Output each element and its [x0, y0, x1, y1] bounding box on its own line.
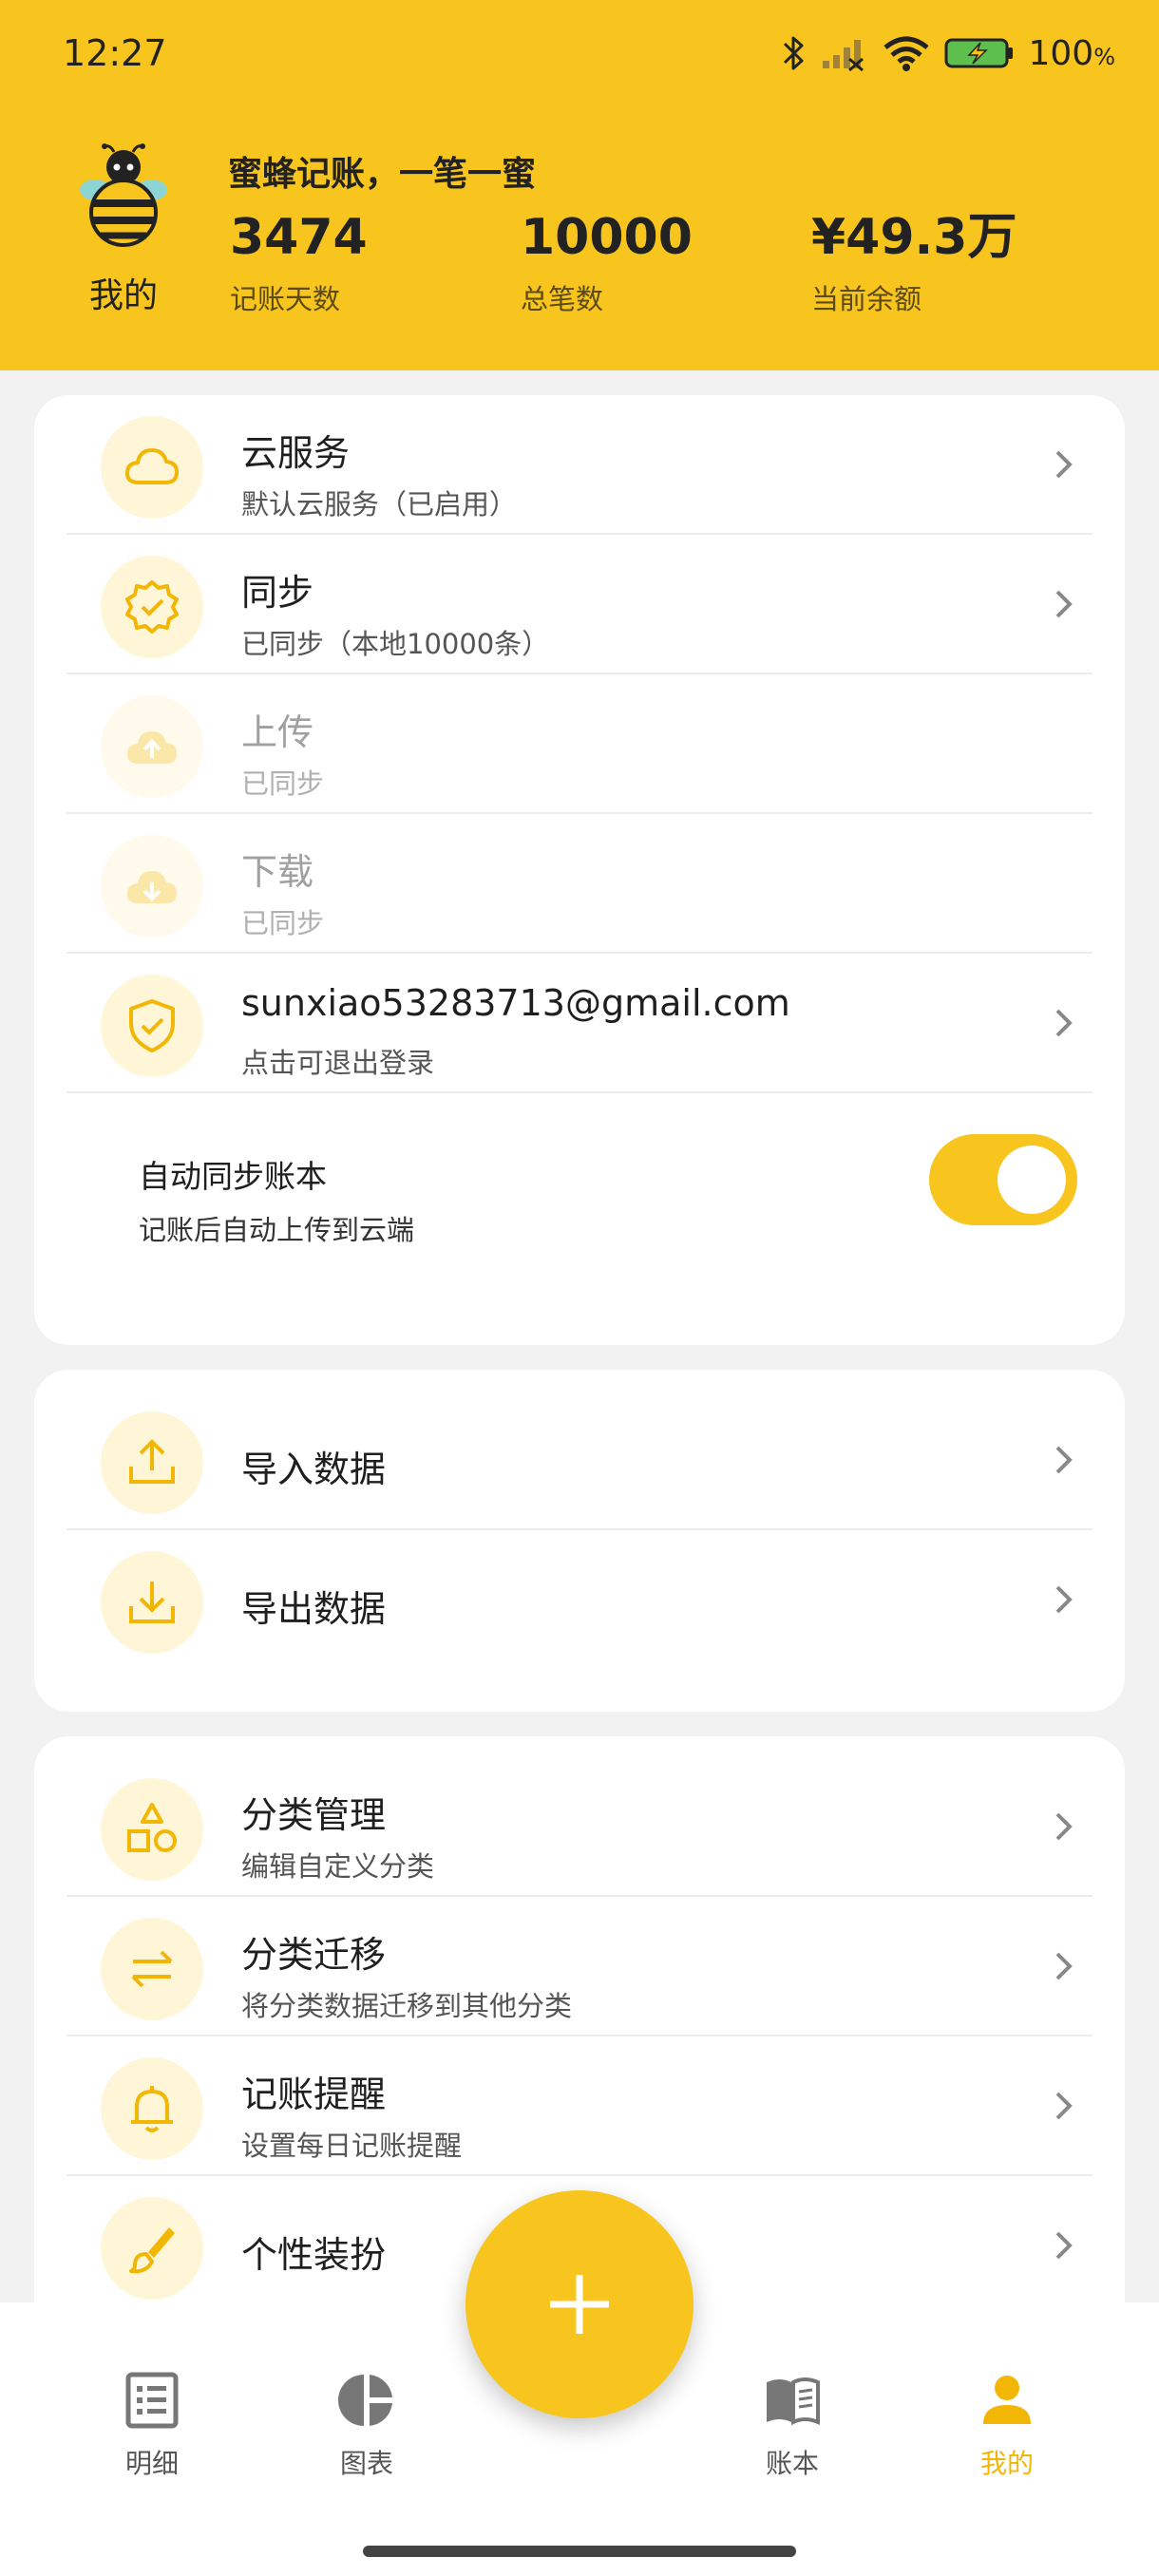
brush-icon [101, 2197, 203, 2300]
bluetooth-icon [784, 36, 804, 70]
pie-chart-icon [337, 2375, 392, 2426]
row-title: 导出数据 [241, 1588, 387, 1630]
auto-sync-subtitle: 记账后自动上传到云端 [139, 1214, 415, 1246]
row-subtitle: 默认云服务（已启用） [241, 488, 518, 521]
stat-value: 3474 [230, 209, 368, 266]
slogan: 蜜蜂记账，一笔一蜜 [228, 155, 537, 194]
account-email: sunxiao53283713@gmail.com [241, 982, 790, 1024]
shapes-icon [101, 1778, 203, 1881]
account-row[interactable]: sunxiao53283713@gmail.com 点击可退出登录 [66, 954, 1092, 1093]
auto-sync-row: 自动同步账本 记账后自动上传到云端 [66, 1127, 1092, 1297]
row-subtitle: 已同步 [241, 907, 325, 939]
stat-label: 总笔数 [521, 283, 604, 315]
status-icons: 100% [781, 27, 1115, 80]
stat-value: 10000 [521, 209, 693, 266]
signal-icon [823, 40, 864, 72]
row-subtitle: 设置每日记账提醒 [241, 2130, 463, 2162]
sync-row[interactable]: 同步 已同步（本地10000条） [66, 535, 1092, 674]
cloud-icon [101, 416, 203, 519]
bee-mascot-icon [80, 143, 167, 247]
cloud-upload-icon [101, 695, 203, 798]
battery-charging-icon [944, 38, 1014, 68]
import-data-row[interactable]: 导入数据 [66, 1391, 1092, 1530]
auto-sync-title: 自动同步账本 [139, 1158, 327, 1195]
auto-sync-toggle[interactable] [929, 1134, 1077, 1225]
profile-label: 我的 [88, 276, 158, 315]
chevron-right-icon [1055, 1952, 1073, 1980]
stat-days: 3474 记账天数 [230, 209, 368, 317]
export-data-row[interactable]: 导出数据 [66, 1530, 1092, 1670]
header: 12:27 100% 我的 蜜蜂记账，一笔一蜜 3474 记账天数 10000 … [0, 0, 1159, 370]
chevron-right-icon [1055, 1585, 1073, 1614]
cloud-download-icon [101, 835, 203, 938]
export-icon [101, 1551, 203, 1654]
row-title: 云服务 [241, 432, 351, 474]
plus-icon [550, 2275, 609, 2334]
chevron-right-icon [1055, 1009, 1073, 1037]
reminder-row[interactable]: 记账提醒 设置每日记账提醒 [66, 2036, 1092, 2176]
book-icon [767, 2377, 820, 2426]
shield-check-icon [101, 975, 203, 1077]
row-subtitle: 已同步（本地10000条） [241, 628, 550, 660]
chevron-right-icon [1055, 450, 1073, 479]
chevron-right-icon [1055, 2092, 1073, 2120]
verified-badge-icon [101, 556, 203, 658]
bell-icon [101, 2057, 203, 2160]
category-manage-row[interactable]: 分类管理 编辑自定义分类 [66, 1757, 1092, 1897]
row-title: 同步 [241, 572, 314, 614]
profile[interactable]: 我的 [76, 142, 171, 317]
stat-count: 10000 总笔数 [521, 209, 693, 317]
row-subtitle: 已同步 [241, 767, 325, 800]
stat-label: 记账天数 [230, 283, 341, 315]
person-icon [983, 2376, 1031, 2424]
stat-value: ¥49.3万 [811, 209, 1017, 266]
list-icon [125, 2372, 179, 2429]
row-title: 上传 [241, 711, 314, 753]
row-title: 个性装扮 [241, 2234, 387, 2276]
cloud-service-row[interactable]: 云服务 默认云服务（已启用） [66, 395, 1092, 535]
chevron-right-icon [1055, 590, 1073, 618]
row-title: 导入数据 [241, 1449, 387, 1490]
row-title: 分类迁移 [241, 1934, 387, 1976]
upload-row: 上传 已同步 [66, 674, 1092, 814]
chevron-right-icon [1055, 1812, 1073, 1841]
home-indicator[interactable] [363, 2546, 796, 2557]
row-title: 记账提醒 [241, 2074, 387, 2115]
nav-label: 账本 [765, 2448, 819, 2479]
download-row: 下载 已同步 [66, 814, 1092, 954]
swap-arrows-icon [101, 1918, 203, 2020]
import-icon [101, 1411, 203, 1514]
status-bar: 12:27 100% [0, 0, 1159, 106]
row-title: 下载 [241, 851, 314, 893]
nav-item-detail[interactable]: 明细 [86, 2371, 218, 2481]
cloud-card: 云服务 默认云服务（已启用） 同步 已同步（本地10000条） 上传 已同步 下… [34, 395, 1125, 1345]
nav-item-charts[interactable]: 图表 [300, 2371, 433, 2481]
nav-label: 我的 [979, 2448, 1034, 2479]
nav-label: 图表 [339, 2448, 393, 2479]
stat-label: 当前余额 [811, 283, 922, 315]
chevron-right-icon [1055, 2231, 1073, 2260]
row-title: 分类管理 [241, 1794, 387, 1836]
row-subtitle: 点击可退出登录 [241, 1047, 435, 1079]
toggle-knob [998, 1146, 1066, 1214]
battery-percent: 100% [1028, 33, 1115, 73]
row-subtitle: 将分类数据迁移到其他分类 [241, 1990, 573, 2022]
row-subtitle: 编辑自定义分类 [241, 1850, 435, 1883]
stat-balance: ¥49.3万 当前余额 [811, 209, 1016, 317]
nav-item-mine[interactable]: 我的 [940, 2371, 1074, 2481]
add-record-button[interactable] [466, 2190, 694, 2418]
wifi-icon [884, 36, 930, 71]
data-card: 导入数据 导出数据 [34, 1370, 1125, 1712]
nav-label: 明细 [124, 2448, 179, 2479]
category-migrate-row[interactable]: 分类迁移 将分类数据迁移到其他分类 [66, 1897, 1092, 2036]
status-time: 12:27 [63, 32, 167, 74]
nav-item-books[interactable]: 账本 [726, 2371, 859, 2481]
chevron-right-icon [1055, 1446, 1073, 1474]
